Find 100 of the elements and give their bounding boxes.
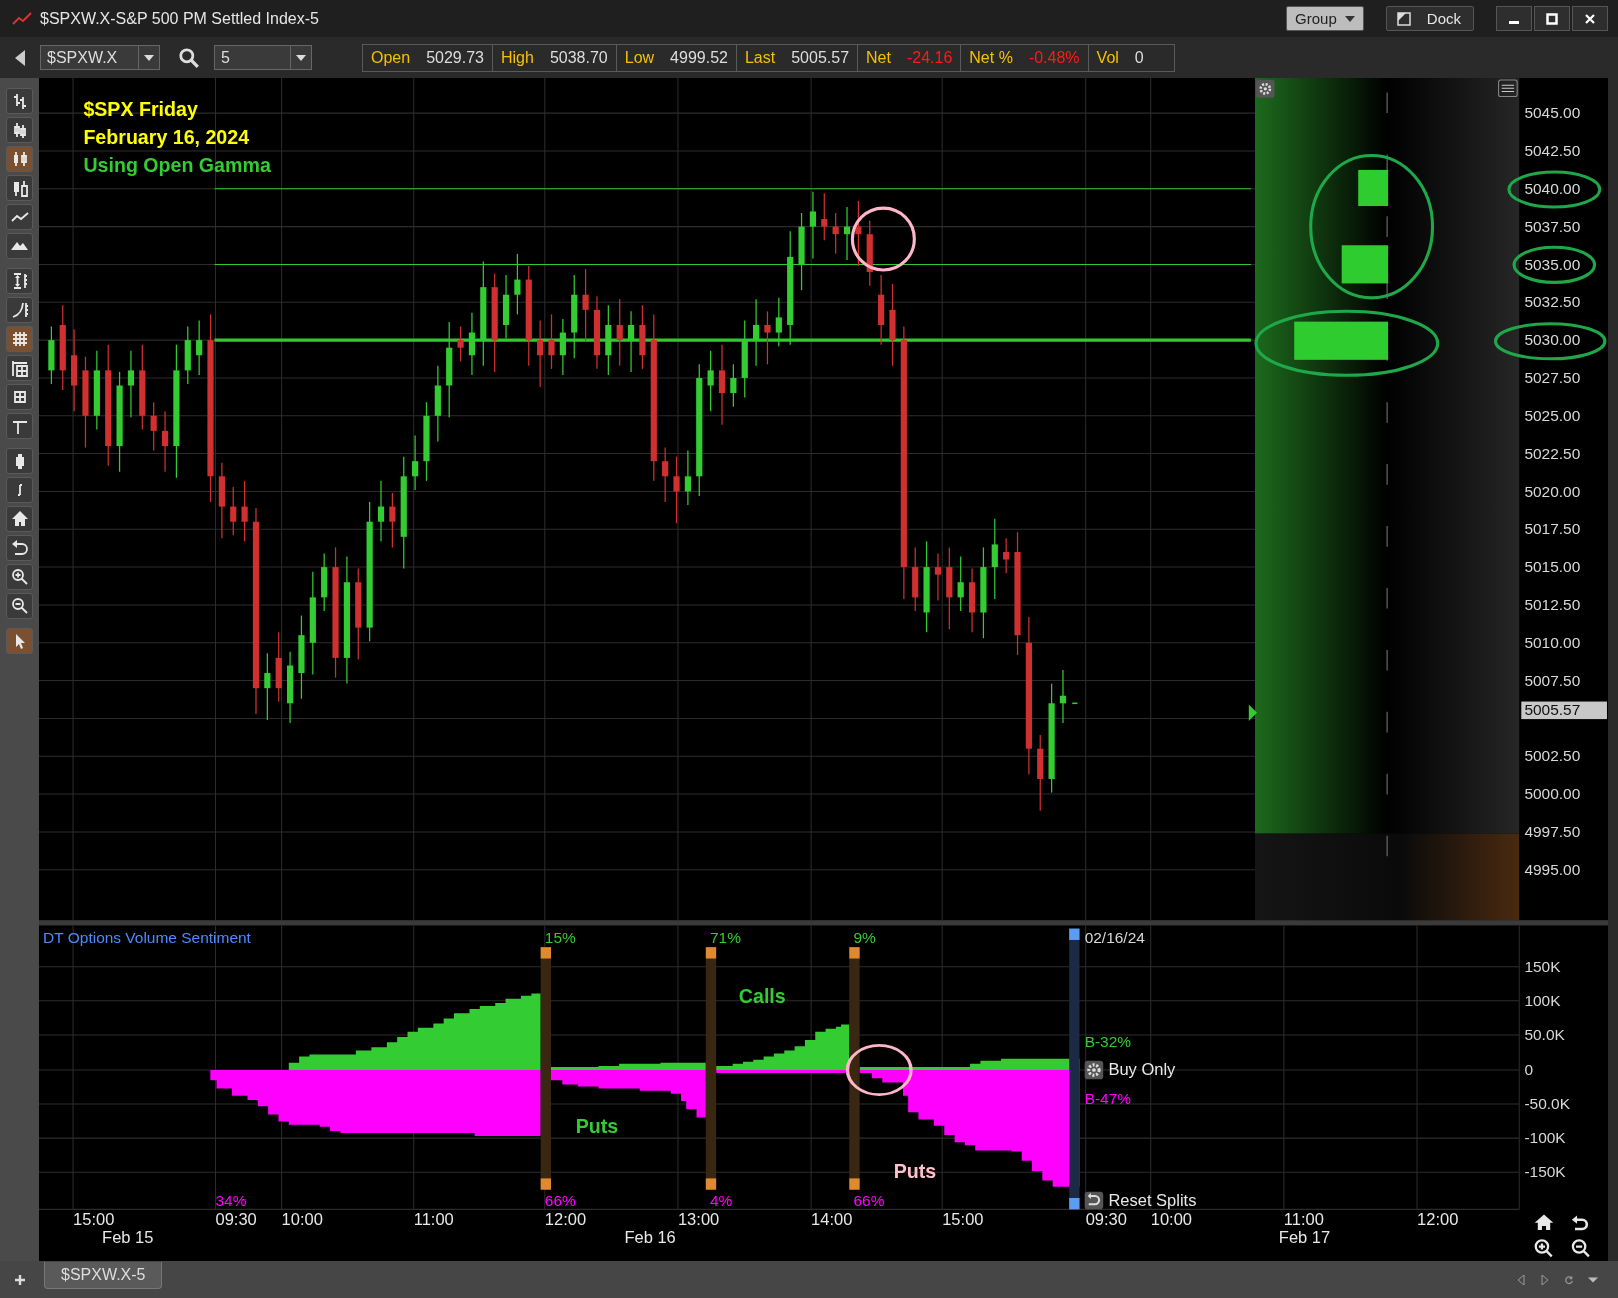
interval-dropdown[interactable]: 5 (214, 45, 312, 70)
quote-value: -0.48% (1028, 48, 1080, 67)
minimize-button[interactable] (1496, 6, 1532, 31)
dock-icon (1396, 11, 1411, 26)
area-chart-tool[interactable] (6, 233, 33, 259)
symbol-dropdown[interactable]: $SPXW.X (40, 45, 160, 70)
time-axis-label: 09:30 (215, 1209, 257, 1228)
area-chart-icon (10, 241, 29, 251)
quote-label: Last (744, 48, 776, 67)
zoom-out-icon[interactable] (1571, 1239, 1591, 1258)
zoom-out-tool[interactable] (6, 593, 33, 619)
price-axis-label: 5035.00 (1524, 255, 1581, 273)
candlestick-tool[interactable] (6, 146, 33, 172)
candle (957, 555, 964, 612)
chart-tab[interactable]: $SPXW.X-5 (44, 1262, 163, 1289)
buy-only-label[interactable]: Buy Only (1108, 1060, 1176, 1079)
candle (389, 492, 396, 549)
chart-note: Using Open Gamma (83, 153, 271, 176)
candle (673, 456, 680, 524)
block-tool[interactable] (6, 448, 33, 474)
candle (321, 552, 328, 612)
candle (502, 274, 510, 340)
quote-label: High (501, 48, 534, 67)
quote-value: 5005.57 (791, 48, 850, 67)
candle (832, 212, 839, 255)
volume-annotation: Puts (893, 1160, 937, 1183)
time-axis-label: 11:00 (413, 1209, 454, 1228)
curve-scale-tool[interactable] (6, 297, 33, 323)
maximize-button[interactable] (1534, 6, 1570, 31)
candle (775, 297, 782, 347)
price-axis-label: 5030.00 (1524, 331, 1581, 349)
price-axis-label: 5045.00 (1524, 104, 1581, 122)
grid-tool[interactable] (6, 326, 33, 352)
time-axis-label: 15:00 (942, 1209, 984, 1228)
note-tool[interactable] (6, 477, 33, 503)
session-marker[interactable] (1069, 928, 1080, 1210)
quote-label: Low (624, 48, 655, 67)
search-icon[interactable] (178, 46, 200, 69)
line-chart-tool[interactable] (6, 204, 33, 230)
candle (514, 253, 521, 315)
next-icon[interactable] (1540, 1273, 1550, 1286)
candle (968, 568, 976, 633)
home-icon[interactable] (1534, 1214, 1554, 1230)
refresh-icon[interactable] (1564, 1273, 1574, 1286)
candle (912, 546, 919, 612)
table-tool[interactable] (6, 355, 33, 381)
group-dropdown[interactable]: Group (1286, 6, 1364, 31)
zoom-in-icon[interactable] (1534, 1239, 1553, 1258)
highlight-circle (850, 206, 916, 272)
candle (468, 312, 476, 376)
candle (809, 191, 816, 259)
time-axis-label: 10:00 (1150, 1209, 1192, 1228)
calls-percent: 9% (853, 929, 876, 947)
candle (730, 363, 737, 408)
chart-note: February 16, 2024 (83, 126, 250, 149)
sell-percent: B-47% (1084, 1090, 1132, 1108)
reset-splits-label[interactable]: Reset Splits (1108, 1191, 1197, 1210)
zoom-out-icon (9, 596, 30, 616)
candle (377, 480, 385, 542)
undo-icon[interactable] (1571, 1215, 1589, 1231)
time-axis-label: 14:00 (811, 1209, 853, 1228)
date-axis-label: Feb 16 (624, 1228, 676, 1247)
split-marker[interactable] (849, 947, 860, 1190)
hollow-candle-tool[interactable] (6, 175, 33, 201)
candle (48, 325, 55, 385)
zoom-in-tool[interactable] (6, 564, 33, 590)
home-tool[interactable] (6, 506, 33, 532)
price-axis-label: 5037.50 (1524, 217, 1581, 235)
bar-chart-tool[interactable] (6, 88, 33, 114)
volume-axis-label: -50.0K (1524, 1095, 1570, 1113)
candle (1003, 537, 1010, 574)
back-arrow-icon[interactable] (14, 49, 26, 66)
candle (457, 325, 464, 362)
chart-line-icon (12, 11, 32, 26)
menu-icon[interactable] (1498, 79, 1518, 98)
candle (559, 318, 566, 376)
close-button[interactable] (1572, 6, 1608, 31)
volume-axis-label: -100K (1524, 1129, 1566, 1147)
settings-icon[interactable] (1256, 80, 1275, 98)
puts-percent: 34% (215, 1192, 247, 1210)
previous-icon[interactable] (1516, 1273, 1526, 1286)
ohlc-chart-tool[interactable] (6, 117, 33, 143)
time-axis-label: 13:00 (677, 1209, 720, 1228)
add-icon[interactable] (14, 1273, 26, 1286)
split-marker[interactable] (540, 947, 551, 1190)
dock-button[interactable]: Dock (1385, 6, 1474, 31)
candle (866, 219, 873, 287)
volume-axis-label: 100K (1524, 992, 1561, 1009)
candle (196, 319, 203, 376)
price-axis-label: 4997.50 (1524, 823, 1581, 841)
buy-percent: B-32% (1084, 1033, 1132, 1051)
pointer-tool[interactable] (6, 628, 33, 654)
undo-tool[interactable] (6, 535, 33, 561)
small-grid-tool[interactable] (6, 384, 33, 410)
split-marker[interactable] (705, 947, 717, 1190)
scale-tool[interactable] (6, 268, 33, 294)
price-axis-label: 5020.00 (1524, 482, 1581, 500)
candle (264, 652, 271, 721)
candle (627, 310, 635, 373)
crosshair-tool[interactable] (6, 413, 33, 439)
